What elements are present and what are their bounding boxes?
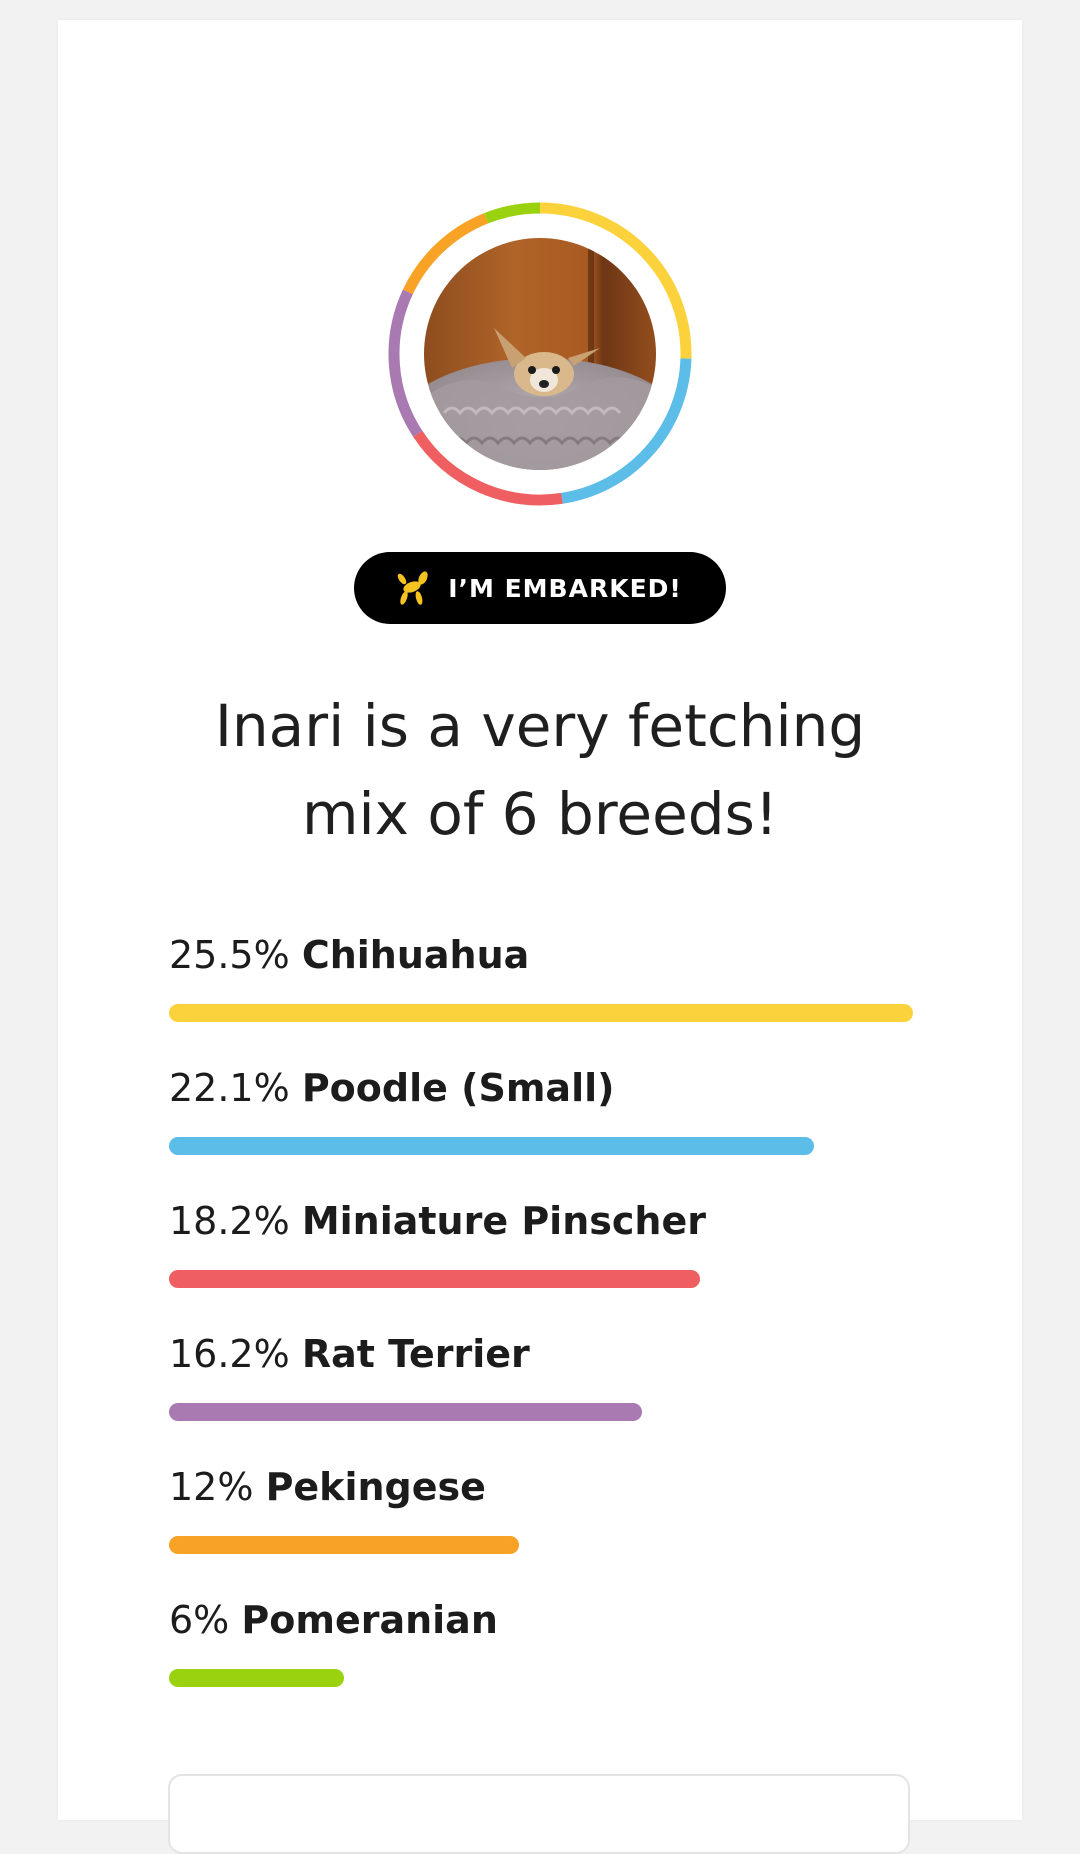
breed-label: 6% Pomeranian xyxy=(169,1595,913,1645)
breed-bar-track xyxy=(169,1270,913,1288)
breed-bar-track xyxy=(169,1137,913,1155)
breed-percent: 16.2% xyxy=(169,1332,290,1376)
breed-bar-track xyxy=(169,1536,913,1554)
embarked-badge[interactable]: I’M EMBARKED! xyxy=(354,552,726,624)
breed-label: 22.1% Poodle (Small) xyxy=(169,1063,913,1113)
dog-photo xyxy=(424,238,656,470)
page-title: Inari is a very fetching mix of 6 breeds… xyxy=(58,682,1022,858)
breed-label: 16.2% Rat Terrier xyxy=(169,1329,913,1379)
breed-bar-track xyxy=(169,1669,913,1687)
breed-ring-chart xyxy=(388,202,692,506)
breed-percent: 25.5% xyxy=(169,933,290,977)
breed-row[interactable]: 18.2% Miniature Pinscher xyxy=(169,1196,913,1329)
breed-name: Chihuahua xyxy=(301,933,530,977)
breed-label: 25.5% Chihuahua xyxy=(169,930,913,980)
breed-bar-track xyxy=(169,1403,913,1421)
next-section-card[interactable] xyxy=(168,1774,910,1854)
breed-row[interactable]: 22.1% Poodle (Small) xyxy=(169,1063,913,1196)
breed-bar xyxy=(169,1137,814,1155)
breed-list: 25.5% Chihuahua 22.1% Poodle (Small) 18.2%… xyxy=(169,930,913,1728)
breed-row[interactable]: 25.5% Chihuahua xyxy=(169,930,913,1063)
breed-name: Pomeranian xyxy=(241,1598,498,1642)
breed-bar xyxy=(169,1669,344,1687)
breed-label: 12% Pekingese xyxy=(169,1462,913,1512)
title-line-2: mix of 6 breeds! xyxy=(301,780,779,848)
breed-name: Pekingese xyxy=(265,1465,486,1509)
breed-bar xyxy=(169,1536,519,1554)
breed-percent: 18.2% xyxy=(169,1199,290,1243)
badge-label: I’M EMBARKED! xyxy=(448,573,682,603)
ring-segment xyxy=(484,202,541,224)
breed-name: Miniature Pinscher xyxy=(301,1199,706,1243)
breed-bar xyxy=(169,1004,913,1022)
breed-bar xyxy=(169,1270,700,1288)
breed-name: Poodle (Small) xyxy=(301,1066,615,1110)
breed-bar xyxy=(169,1403,642,1421)
results-card: I’M EMBARKED! Inari is a very fetching m… xyxy=(58,20,1022,1854)
breed-percent: 22.1% xyxy=(169,1066,290,1110)
breed-name: Rat Terrier xyxy=(301,1332,530,1376)
breed-row[interactable]: 16.2% Rat Terrier xyxy=(169,1329,913,1462)
breed-row[interactable]: 12% Pekingese xyxy=(169,1462,913,1595)
title-line-1: Inari is a very fetching xyxy=(214,692,866,760)
breed-percent: 6% xyxy=(169,1598,230,1642)
breed-label: 18.2% Miniature Pinscher xyxy=(169,1196,913,1246)
breed-row[interactable]: 6% Pomeranian xyxy=(169,1595,913,1728)
balloon-dog-icon xyxy=(397,571,428,605)
breed-percent: 12% xyxy=(169,1465,254,1509)
breed-bar-track xyxy=(169,1004,913,1022)
dog-avatar[interactable] xyxy=(384,198,696,510)
